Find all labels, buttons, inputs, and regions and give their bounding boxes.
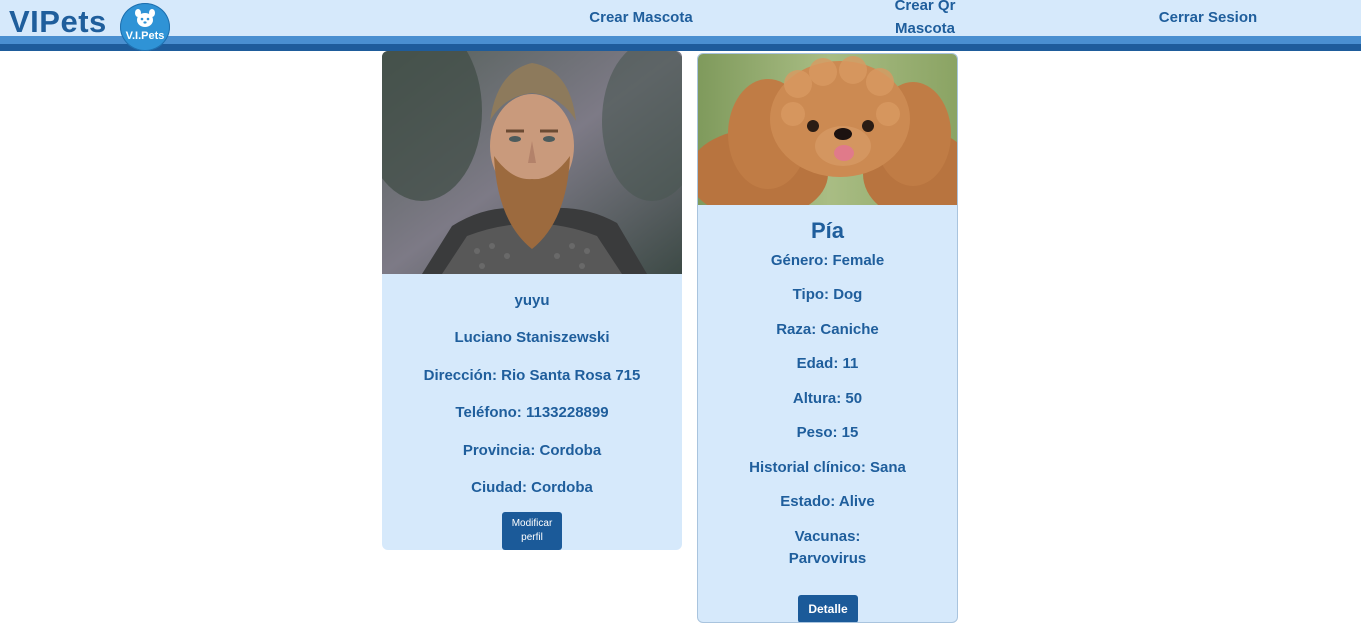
user-province: Provincia: Cordoba	[462, 442, 602, 459]
header-stripe-light	[0, 36, 1361, 44]
pet-type: Tipo: Dog	[792, 286, 863, 303]
user-profile-card: yuyu Luciano Staniszewski Dirección: Rio…	[382, 51, 682, 550]
pet-vaccines-value: Parvovirus	[788, 550, 867, 567]
nav-create-qr-line1: Crear Qr	[894, 0, 956, 14]
edit-profile-button[interactable]: Modificar perfil	[502, 512, 562, 550]
pet-vaccines-label: Vacunas:	[794, 528, 861, 545]
nav-create-pet[interactable]: Crear Mascota	[580, 6, 702, 29]
vipets-logo[interactable]: V.I.Pets	[120, 3, 170, 51]
user-avatar-photo	[382, 51, 682, 274]
user-city: Ciudad: Cordoba	[471, 479, 593, 496]
logo-text: V.I.Pets	[125, 30, 165, 42]
pet-height: Altura: 50	[792, 390, 863, 407]
nav-logout[interactable]: Cerrar Sesion	[1148, 6, 1268, 29]
user-phone: Teléfono: 1133228899	[455, 404, 609, 421]
pet-medical-history: Historial clínico: Sana	[749, 459, 906, 476]
nav-create-qr-line2: Mascota	[894, 20, 956, 37]
edit-profile-button-line2: perfil	[521, 532, 543, 543]
pet-detail-button[interactable]: Detalle	[798, 595, 858, 622]
pet-card: Pía Género: Female Tipo: Dog Raza: Canic…	[697, 53, 958, 623]
pet-face-icon	[135, 9, 155, 27]
nav-create-qr[interactable]: Crear Qr Mascota	[880, 0, 970, 40]
user-address: Dirección: Rio Santa Rosa 715	[423, 367, 641, 384]
pet-status: Estado: Alive	[780, 493, 875, 510]
brand-title[interactable]: VIPets	[9, 2, 107, 42]
pet-photo	[698, 54, 957, 205]
header-stripe-dark	[0, 44, 1361, 51]
pet-age: Edad: 11	[796, 355, 859, 372]
pet-breed: Raza: Caniche	[776, 321, 879, 338]
user-username: yuyu	[514, 292, 550, 309]
pet-gender: Género: Female	[770, 252, 885, 269]
edit-profile-button-line1: Modificar	[511, 518, 553, 529]
user-full-name: Luciano Staniszewski	[454, 329, 610, 346]
pet-name: Pía	[810, 218, 845, 243]
pet-weight: Peso: 15	[796, 424, 859, 441]
